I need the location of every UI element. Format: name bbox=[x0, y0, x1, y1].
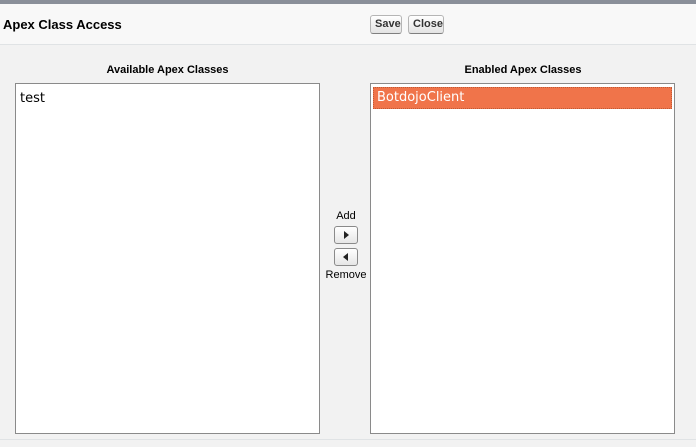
page-title: Apex Class Access bbox=[3, 17, 122, 32]
triangle-left-icon bbox=[343, 253, 348, 261]
remove-button[interactable] bbox=[334, 248, 358, 266]
save-button[interactable]: Save bbox=[370, 15, 402, 34]
list-item-selected[interactable]: BotdojoClient bbox=[373, 87, 672, 109]
remove-label: Remove bbox=[325, 269, 367, 281]
add-button[interactable] bbox=[334, 226, 358, 244]
triangle-right-icon bbox=[344, 231, 349, 239]
enabled-classes-list[interactable]: BotdojoClient bbox=[370, 83, 675, 434]
available-classes-label: Available Apex Classes bbox=[106, 64, 229, 76]
close-button[interactable]: Close bbox=[408, 15, 444, 34]
list-item[interactable]: test bbox=[16, 89, 319, 109]
page-header: Apex Class Access Save Close bbox=[0, 4, 696, 45]
enabled-classes-label: Enabled Apex Classes bbox=[464, 64, 582, 76]
available-classes-list[interactable]: test bbox=[15, 83, 320, 434]
divider bbox=[0, 439, 696, 440]
add-label: Add bbox=[336, 210, 356, 222]
